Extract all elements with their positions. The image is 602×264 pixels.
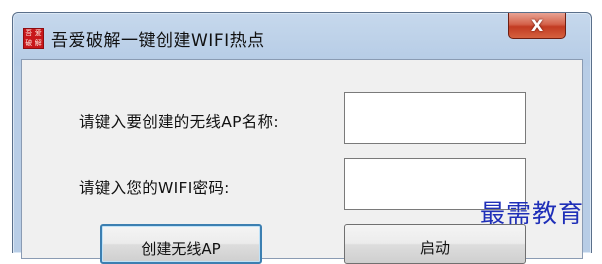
app-logo-icon: 吾 爱 破 解	[23, 28, 44, 49]
create-ap-button[interactable]: 创建无线AP	[100, 224, 262, 264]
title-bar[interactable]: 吾 爱 破 解 吾爱破解一键创建WIFI热点 X	[13, 13, 591, 58]
close-icon: X	[530, 16, 544, 35]
close-button[interactable]: X	[508, 13, 566, 39]
app-logo-char: 吾	[25, 29, 33, 37]
app-logo-char: 破	[25, 38, 33, 47]
start-button[interactable]: 启动	[344, 224, 526, 264]
wifi-password-label: 请键入您的WIFI密码:	[79, 179, 230, 197]
app-logo-char: 爱	[34, 29, 42, 37]
window-title: 吾爱破解一键创建WIFI热点	[51, 31, 265, 51]
ap-name-label: 请键入要创建的无线AP名称:	[79, 113, 279, 131]
watermark-text: 最需教育	[480, 199, 585, 228]
app-logo-char: 解	[34, 38, 42, 47]
ap-name-input[interactable]	[344, 92, 526, 144]
